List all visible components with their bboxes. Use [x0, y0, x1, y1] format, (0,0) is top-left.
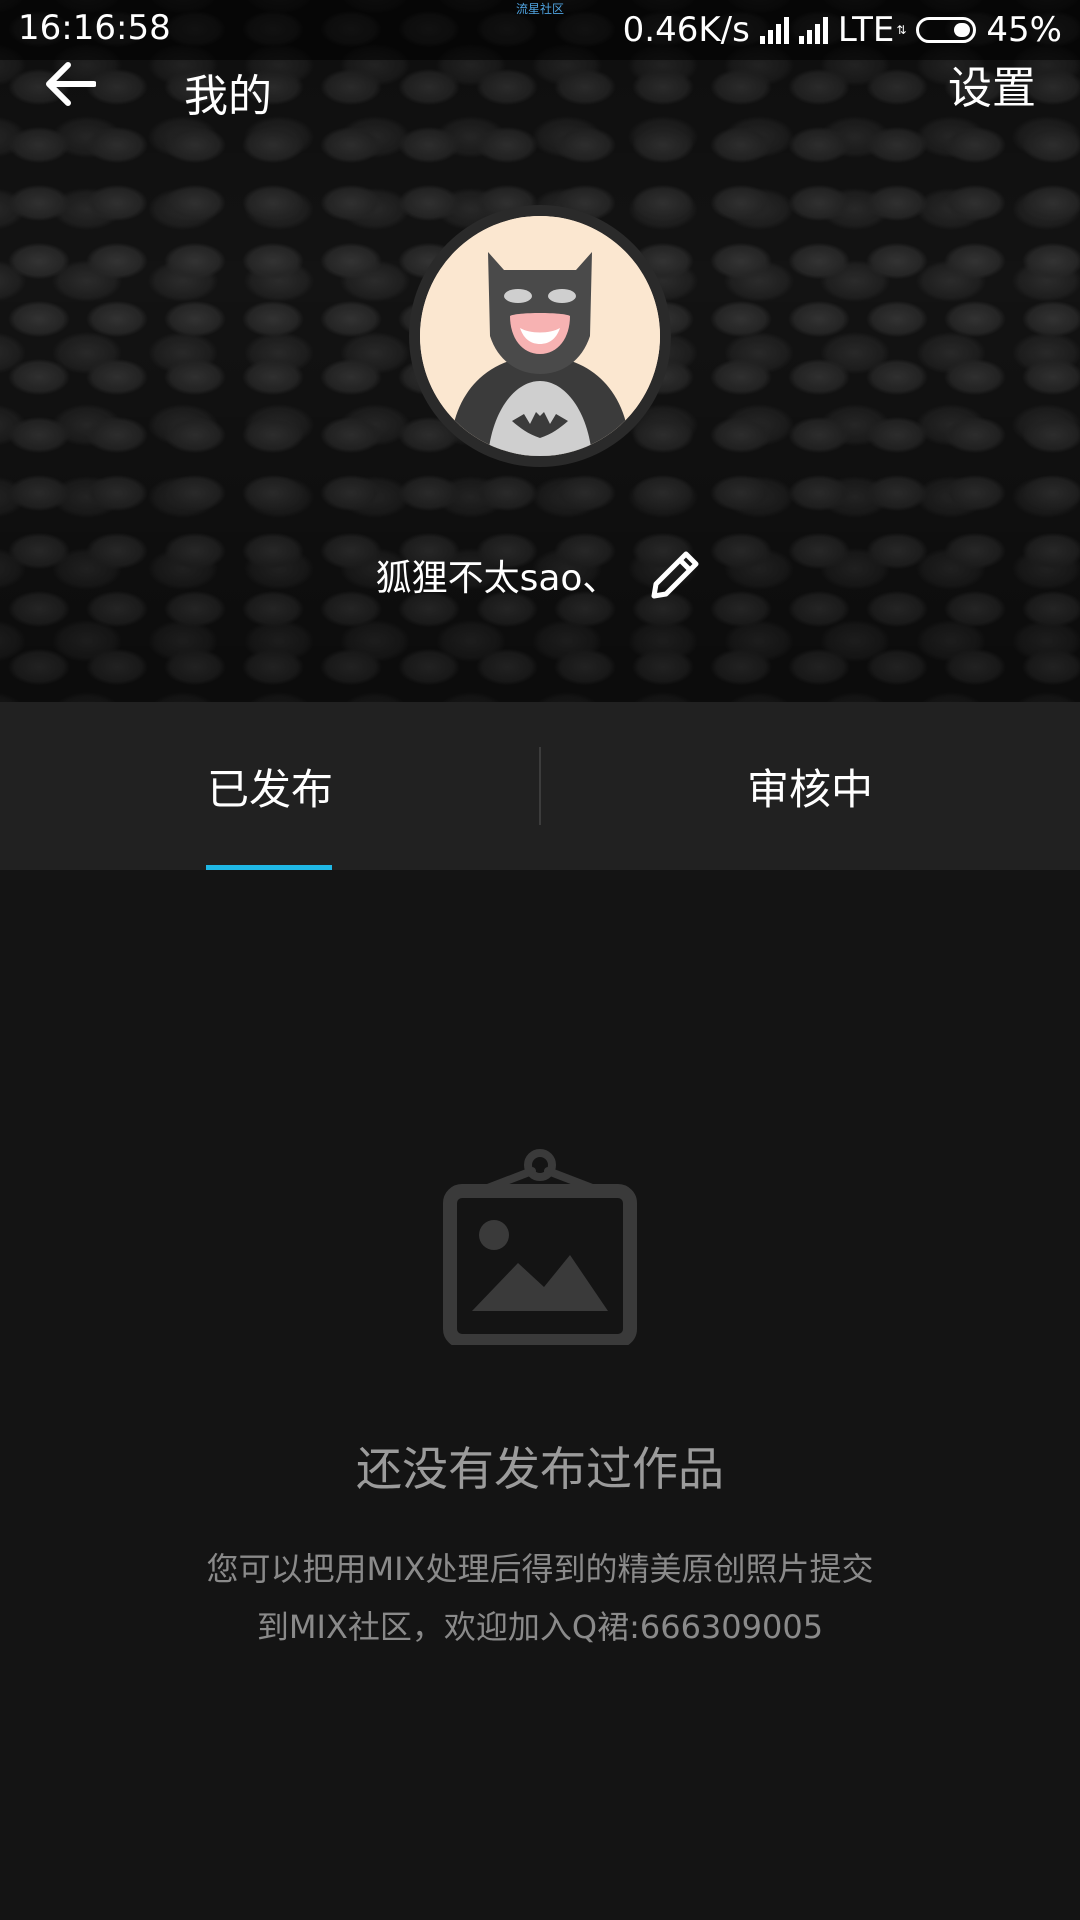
- settings-button[interactable]: 设置: [948, 52, 1036, 116]
- batman-avatar-icon: [420, 216, 660, 456]
- empty-state-title: 还没有发布过作品: [356, 1442, 724, 1496]
- arrow-left-icon: [46, 62, 96, 106]
- tab-under-review[interactable]: 审核中: [540, 702, 1080, 870]
- tab-bar: 已发布 审核中: [0, 702, 1080, 870]
- data-arrows-icon: ⇅: [896, 23, 907, 37]
- username: 狐狸不太sao、: [375, 558, 619, 599]
- empty-state-description-line2: 到MIX社区，欢迎加入Q裙:666309005: [256, 1608, 824, 1646]
- username-row: 狐狸不太sao、: [0, 545, 1080, 605]
- pencil-icon: [651, 551, 699, 599]
- top-nav: 我的 设置: [0, 40, 1080, 130]
- page-title: 我的: [184, 71, 272, 122]
- active-tab-indicator: [206, 865, 332, 870]
- picture-frame-icon: [440, 1145, 640, 1348]
- edit-name-button[interactable]: [646, 546, 704, 604]
- tab-published[interactable]: 已发布: [0, 702, 540, 870]
- avatar[interactable]: [409, 205, 671, 467]
- profile-screen: 16:16:58 流星社区 0.46K/s LTE ⇅ 45% 我的 设置 狐狸…: [0, 0, 1080, 1920]
- empty-state-description-line1: 您可以把用MIX处理后得到的精美原创照片提交: [206, 1550, 874, 1588]
- back-button[interactable]: [30, 54, 110, 114]
- empty-state-description: 您可以把用MIX处理后得到的精美原创照片提交 到MIX社区，欢迎加入Q裙:666…: [120, 1540, 960, 1656]
